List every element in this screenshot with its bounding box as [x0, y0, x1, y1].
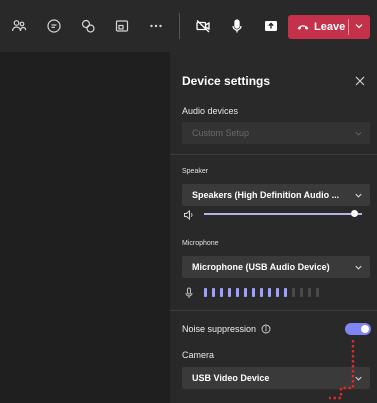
toggle-knob: [361, 325, 369, 333]
section-divider: [170, 154, 377, 155]
camera-label: Camera: [182, 350, 215, 360]
mic-level-bar: [284, 288, 287, 297]
slider-thumb[interactable]: [351, 210, 359, 217]
audio-devices-dropdown[interactable]: Custom Setup: [182, 122, 370, 144]
mic-level-icon: [184, 286, 194, 304]
chevron-down-icon[interactable]: [354, 21, 364, 31]
chevron-down-icon: [354, 191, 363, 200]
chevron-down-icon: [354, 129, 363, 138]
mic-level-bar: [252, 288, 255, 297]
leave-button[interactable]: Leave: [288, 15, 370, 39]
speaker-dropdown[interactable]: Speakers (High Definition Audio ...: [182, 184, 370, 206]
more-icon[interactable]: [145, 15, 167, 37]
mic-level-bar: [316, 288, 319, 297]
speaker-volume-slider[interactable]: [182, 207, 372, 221]
noise-suppression-label: Noise suppression: [182, 324, 257, 334]
mic-level-bar: [276, 288, 279, 297]
section-divider: [170, 310, 377, 311]
microphone-label: Microphone: [182, 240, 219, 247]
mic-level-meter: [184, 285, 374, 299]
mic-level-bar: [260, 288, 263, 297]
microphone-value: Microphone (USB Audio Device): [192, 262, 330, 272]
share-icon[interactable]: [260, 15, 282, 37]
mic-level-bar: [236, 288, 239, 297]
noise-suppression-toggle[interactable]: [345, 323, 371, 335]
camera-value: USB Video Device: [192, 373, 270, 383]
participants-icon[interactable]: [8, 15, 30, 37]
mic-level-bar: [228, 288, 231, 297]
audio-devices-label: Audio devices: [182, 106, 239, 116]
mic-level-bar: [244, 288, 247, 297]
mic-level-bar: [220, 288, 223, 297]
noise-suppression-row: Noise suppression: [182, 324, 271, 334]
mic-level-bars: [204, 288, 324, 297]
phone-hangup-icon: [297, 23, 309, 31]
speaker-volume-icon: [183, 208, 195, 226]
microphone-icon[interactable]: [226, 15, 248, 37]
close-icon[interactable]: [354, 74, 366, 86]
mic-level-bar: [308, 288, 311, 297]
panel-title: Device settings: [182, 74, 271, 88]
chevron-down-icon: [354, 263, 363, 272]
microphone-dropdown[interactable]: Microphone (USB Audio Device): [182, 256, 370, 278]
meeting-stage: [0, 52, 170, 403]
audio-devices-value: Custom Setup: [192, 128, 250, 138]
slider-track[interactable]: [204, 213, 362, 215]
mic-level-bar: [292, 288, 295, 297]
rooms-icon[interactable]: [111, 15, 133, 37]
meeting-toolbar: Leave: [0, 0, 377, 52]
toolbar-divider: [179, 13, 180, 39]
chat-icon[interactable]: [43, 15, 65, 37]
teams-meeting-window: Leave Device settings Audio devices Cust…: [0, 0, 377, 403]
mic-level-bar: [212, 288, 215, 297]
camera-dropdown[interactable]: USB Video Device: [182, 367, 370, 389]
device-settings-panel: Device settings Audio devices Custom Set…: [170, 52, 377, 403]
mic-level-bar: [300, 288, 303, 297]
camera-off-icon[interactable]: [192, 15, 214, 37]
chevron-down-icon: [354, 374, 363, 383]
speaker-value: Speakers (High Definition Audio ...: [192, 190, 340, 200]
reactions-icon[interactable]: [77, 15, 99, 37]
speaker-label: Speaker: [182, 168, 209, 175]
leave-label: Leave: [314, 21, 346, 33]
mic-level-bar: [204, 288, 207, 297]
mic-level-bar: [268, 288, 271, 297]
info-icon[interactable]: [261, 324, 271, 334]
leave-split-divider: [348, 19, 349, 35]
